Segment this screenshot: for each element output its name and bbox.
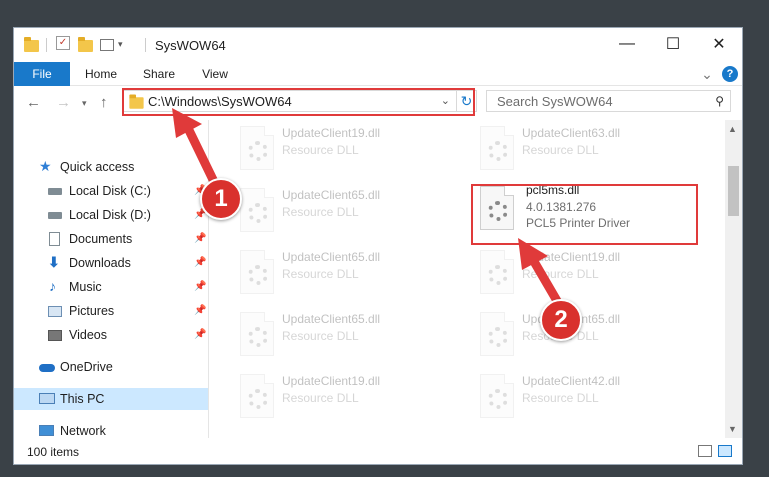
step-badge-2: 2 [540,299,582,341]
arrow-1 [172,108,223,195]
annotation-arrows [172,108,565,311]
arrow-2 [518,238,565,311]
step-badge-1: 1 [200,178,242,220]
